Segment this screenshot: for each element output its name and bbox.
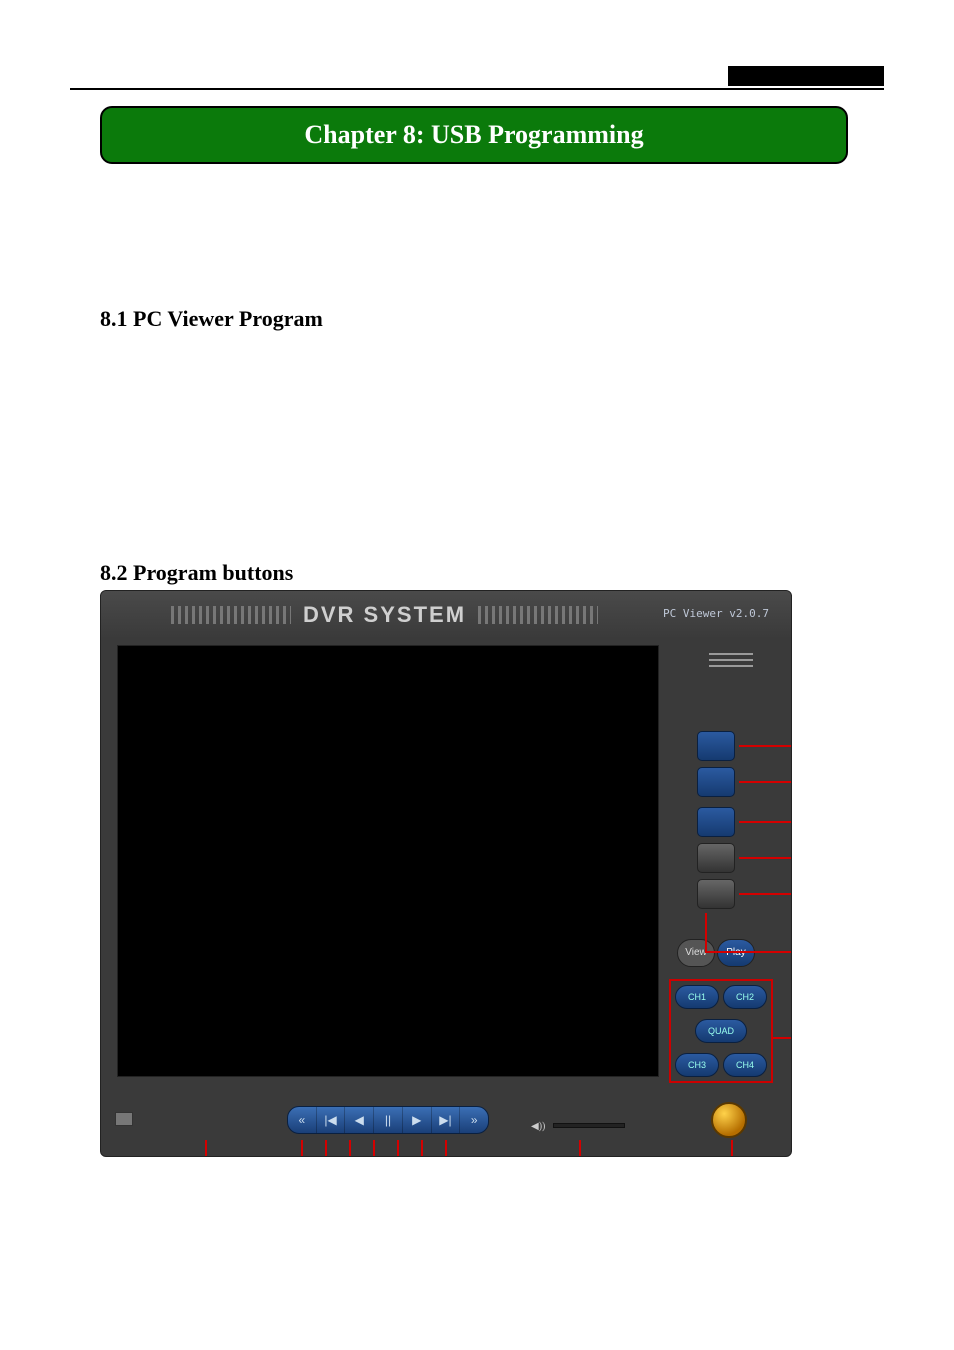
step-back-button[interactable]: ◀ [345, 1107, 374, 1133]
mode-toggle: View Play [677, 939, 755, 967]
open-folder-button[interactable] [697, 879, 735, 909]
channel-group: CH1 CH2 QUAD CH3 CH4 [669, 979, 773, 1083]
side-toolbar: View Play CH1 CH2 QUAD CH3 CH4 [671, 639, 791, 1156]
pc-viewer-screenshot: DVR SYSTEM PC Viewer v2.0.7 View Play CH… [100, 590, 792, 1157]
view-mode-button[interactable]: View [677, 939, 715, 967]
callout-line [707, 951, 792, 953]
app-version-label: PC Viewer v2.0.7 [663, 607, 769, 620]
grip-icon [709, 653, 753, 671]
rewind-button[interactable]: « [288, 1107, 317, 1133]
connect-button[interactable] [697, 731, 735, 761]
next-frame-button[interactable]: ▶| [432, 1107, 461, 1133]
section-8-1-heading: 8.1 PC Viewer Program [100, 306, 323, 332]
header-redaction-bar [728, 66, 884, 86]
app-title: DVR SYSTEM [303, 602, 466, 628]
callout-line [205, 1140, 207, 1157]
transport-bar: « |◀ ◀ || ▶ ▶| » [287, 1106, 489, 1134]
callout-line [739, 857, 792, 859]
callout-line [739, 745, 792, 747]
callout-line [739, 821, 792, 823]
play-mode-button[interactable]: Play [717, 939, 755, 967]
callout-line [705, 913, 707, 953]
volume-slider-track[interactable] [553, 1123, 625, 1128]
callout-line [739, 893, 792, 895]
fast-forward-button[interactable]: » [460, 1107, 488, 1133]
power-button[interactable] [711, 1102, 747, 1138]
channel-1-button[interactable]: CH1 [675, 985, 719, 1009]
callout-line [773, 1037, 792, 1039]
callout-line [579, 1140, 581, 1157]
section-8-2-heading: 8.2 Program buttons [100, 560, 293, 586]
video-viewport [117, 645, 659, 1077]
header-rule [70, 88, 884, 90]
app-titlebar: DVR SYSTEM PC Viewer v2.0.7 [101, 591, 791, 639]
play-button[interactable]: ▶ [403, 1107, 432, 1133]
chapter-banner: Chapter 8: USB Programming [100, 106, 848, 164]
titlebar-texture-left [171, 606, 291, 624]
titlebar-texture-right [478, 606, 598, 624]
callout-line [739, 781, 792, 783]
disk-indicator-icon [115, 1112, 133, 1126]
prev-frame-button[interactable]: |◀ [317, 1107, 346, 1133]
channel-2-button[interactable]: CH2 [723, 985, 767, 1009]
capture-button[interactable] [697, 767, 735, 797]
chapter-title: Chapter 8: USB Programming [304, 120, 643, 150]
callout-line [731, 1140, 733, 1157]
record-button[interactable] [697, 807, 735, 837]
callout-ticks [301, 1140, 447, 1157]
channel-3-button[interactable]: CH3 [675, 1053, 719, 1077]
pause-button[interactable]: || [374, 1107, 403, 1133]
manual-page: Chapter 8: USB Programming 8.1 PC Viewer… [0, 0, 954, 1350]
quad-view-button[interactable]: QUAD [695, 1019, 747, 1043]
settings-button[interactable] [697, 843, 735, 873]
app-body: View Play CH1 CH2 QUAD CH3 CH4 [101, 639, 791, 1156]
speaker-icon: ◀)) [531, 1121, 543, 1133]
volume-control[interactable]: ◀)) [531, 1116, 631, 1128]
channel-4-button[interactable]: CH4 [723, 1053, 767, 1077]
